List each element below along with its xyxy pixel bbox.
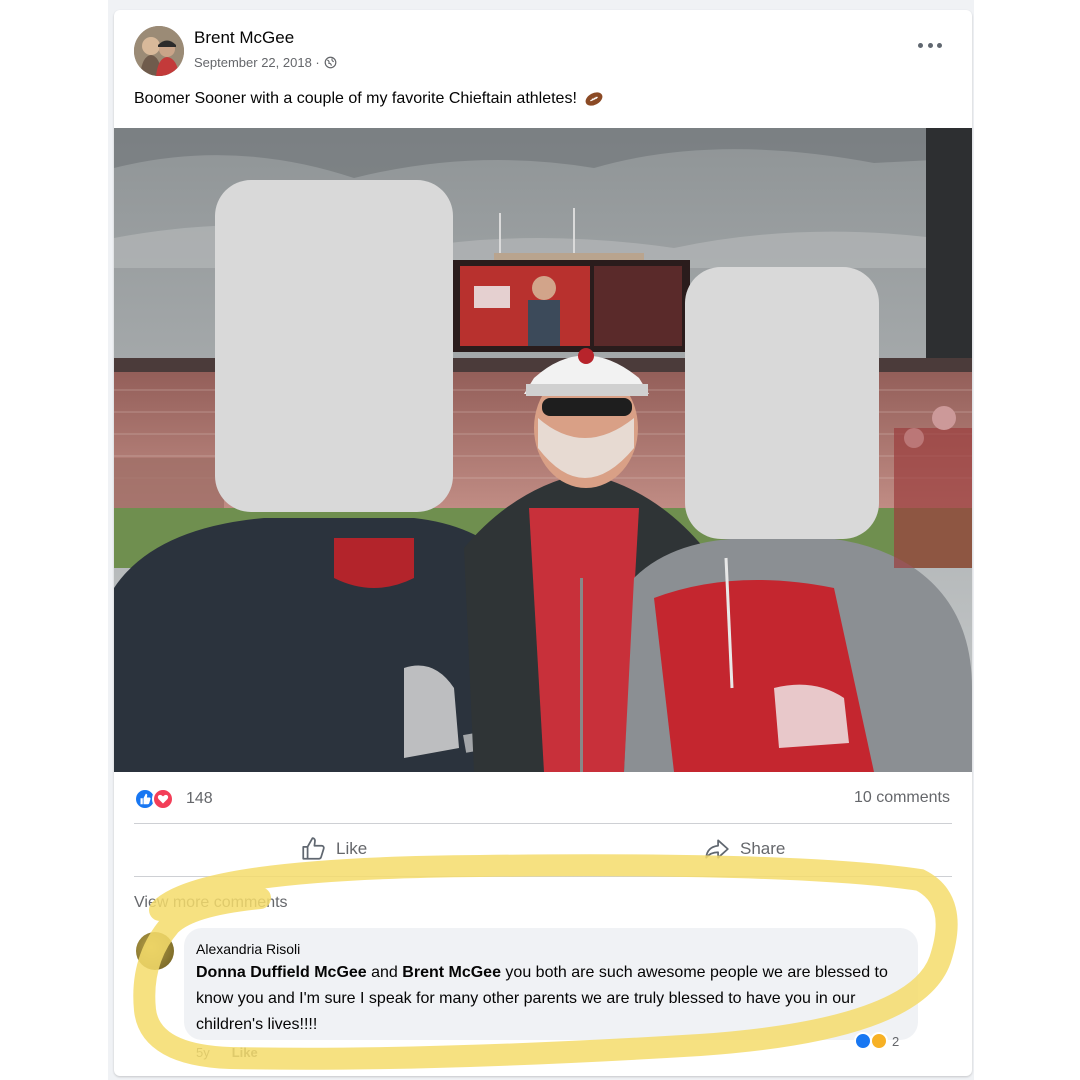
post-text: Boomer Sooner with a couple of my favori… (134, 90, 605, 108)
blurred-face-left (215, 180, 453, 512)
more-options-icon[interactable] (918, 38, 942, 52)
post-date[interactable]: September 22, 2018 · (194, 55, 320, 70)
love-reaction-icon (152, 788, 174, 810)
comment-text-mid: and (366, 964, 403, 981)
post-meta: September 22, 2018 · (194, 55, 337, 70)
comment-mention-1[interactable]: Donna Duffield McGee (196, 964, 367, 981)
like-label: Like (336, 839, 368, 858)
divider-bottom (134, 876, 952, 877)
comment-text: Donna Duffield McGee and Brent McGee you… (196, 960, 896, 1038)
comment-mention-2[interactable]: Brent McGee (402, 964, 501, 981)
comment-reaction-count: 2 (892, 1033, 900, 1049)
post-message: Boomer Sooner with a couple of my favori… (134, 90, 577, 107)
thumbs-up-icon (302, 837, 325, 860)
commenter-avatar[interactable] (136, 932, 174, 970)
comment-age[interactable]: 5y (196, 1045, 210, 1060)
comment-care-reaction-icon (870, 1032, 888, 1050)
author-avatar[interactable] (134, 26, 184, 76)
comment-like-button[interactable]: Like (232, 1045, 258, 1060)
view-more-comments[interactable]: View more comments (134, 894, 288, 912)
comment-author[interactable]: Alexandria Risoli (196, 941, 300, 957)
share-label: Share (740, 839, 786, 858)
reaction-summary[interactable]: 148 (134, 788, 213, 810)
author-name[interactable]: Brent McGee (194, 28, 294, 48)
share-arrow-icon (705, 839, 729, 859)
divider-top (134, 823, 952, 824)
reaction-count: 148 (186, 790, 213, 807)
share-button[interactable]: Share (704, 836, 785, 862)
blurred-face-right (685, 267, 879, 539)
comment-footer: 5y Like (196, 1045, 258, 1060)
post-photo[interactable] (114, 128, 972, 772)
post-card: Brent McGee September 22, 2018 · Boomer … (114, 10, 972, 1076)
globe-icon (324, 56, 337, 69)
reaction-icons (134, 788, 178, 810)
comment-reactions[interactable]: 2 (854, 1032, 899, 1050)
like-button[interactable]: Like (300, 836, 367, 862)
football-icon (585, 92, 603, 106)
comments-count[interactable]: 10 comments (854, 789, 950, 807)
